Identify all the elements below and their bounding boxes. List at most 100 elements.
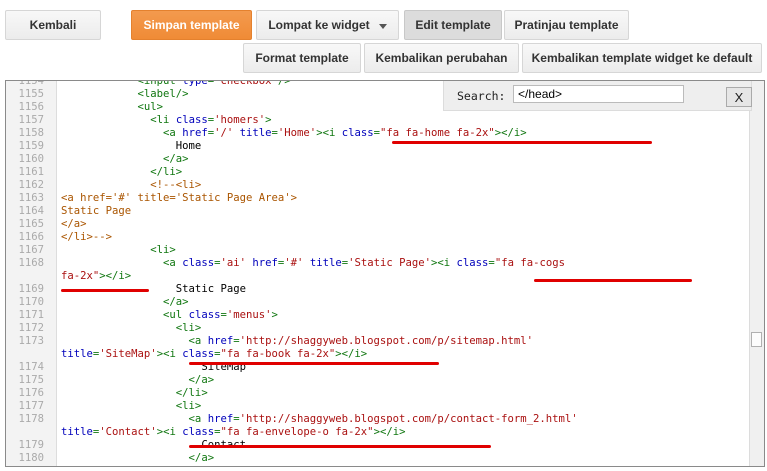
- code-token: </li>: [61, 387, 208, 399]
- code-token: <ul: [61, 309, 189, 321]
- code-text: <a href='#' title='Static Page Area'>: [56, 192, 746, 205]
- code-line: 1176 </li>: [6, 387, 746, 400]
- code-text: <ul class='menus'>: [56, 309, 746, 322]
- highlight-underline: [189, 445, 491, 448]
- reset-widget-templates-button[interactable]: Kembalikan template widget ke default: [522, 43, 762, 73]
- code-token: class: [182, 426, 215, 438]
- code-token: href: [252, 257, 278, 269]
- code-token: class: [456, 257, 489, 269]
- code-token: Static Page: [61, 205, 132, 217]
- jump-to-widget-dropdown[interactable]: Lompat ke widget: [256, 10, 399, 40]
- line-number: 1163: [18, 192, 44, 204]
- preview-template-button[interactable]: Pratinjau template: [504, 10, 629, 40]
- save-template-button[interactable]: Simpan template: [131, 10, 252, 40]
- edit-template-button[interactable]: Edit template: [404, 10, 502, 40]
- line-number: 1164: [18, 205, 44, 217]
- code-token: <li>: [61, 244, 176, 256]
- code-text: </li>-->: [56, 231, 746, 244]
- line-number: 1155: [18, 88, 44, 100]
- code-line: 1168 <a class='ai' href='#' title='Stati…: [6, 257, 746, 270]
- line-number: 1178: [18, 413, 44, 425]
- code-line: 1170 </a>: [6, 296, 746, 309]
- code-token: "fa fa-book fa-2x": [220, 348, 336, 360]
- code-token: ><i: [156, 426, 183, 438]
- code-token: href: [207, 335, 234, 347]
- back-button[interactable]: Kembali: [5, 10, 101, 40]
- code-area[interactable]: 1154 <input type='checkbox'/> 1155 <label…: [6, 80, 746, 465]
- code-token: ></i>: [335, 348, 368, 360]
- code-text: <a href='http://shaggyweb.blogspot.com/p…: [56, 413, 746, 426]
- code-token: ></i>: [373, 426, 406, 438]
- line-number: 1168: [18, 257, 44, 269]
- code-editor[interactable]: 1154 <input type='checkbox'/> 1155 <label…: [5, 80, 765, 467]
- code-line: 1180 </a>: [6, 452, 746, 465]
- line-number: 1159: [18, 140, 44, 152]
- vertical-scrollbar[interactable]: [749, 81, 764, 466]
- highlight-underline: [392, 141, 652, 144]
- code-token: title: [61, 348, 93, 360]
- code-text: </li>: [56, 166, 746, 179]
- code-token: <a: [61, 413, 208, 425]
- line-number: 1180: [18, 452, 44, 464]
- line-number: 1166: [18, 231, 44, 243]
- code-token: ></i>: [494, 127, 527, 139]
- code-token: >: [265, 114, 272, 126]
- line-number: 1156: [18, 101, 44, 113]
- line-number: 1179: [18, 439, 44, 451]
- code-token: <li: [61, 114, 176, 126]
- code-line: title='SiteMap'><i class="fa fa-book fa-…: [6, 348, 746, 361]
- highlight-underline: [534, 279, 692, 282]
- line-number: 1162: [18, 179, 44, 191]
- code-token: </li>-->: [61, 231, 113, 243]
- code-token: "fa fa-envelope-o fa-2x": [220, 426, 374, 438]
- code-token: <li>: [61, 322, 202, 334]
- code-token: <!--<li>: [61, 179, 202, 191]
- line-number: 1169: [18, 283, 44, 295]
- code-text: </a>: [56, 374, 746, 387]
- code-line: 1172 <li>: [6, 322, 746, 335]
- code-line: title='Contact'><i class="fa fa-envelope…: [6, 426, 746, 439]
- search-input[interactable]: [513, 85, 684, 103]
- code-token: </a>: [61, 218, 87, 230]
- format-template-button[interactable]: Format template: [243, 43, 361, 73]
- code-token: class: [182, 257, 215, 269]
- code-line: 1162 <!--<li>: [6, 179, 746, 192]
- line-number: [6, 348, 56, 361]
- highlight-underline: [189, 362, 439, 365]
- code-text: <li>: [56, 322, 746, 335]
- code-token: title: [61, 426, 93, 438]
- code-text: <a class='ai' href='#' title='Static Pag…: [56, 257, 746, 270]
- code-text: Static Page: [56, 205, 746, 218]
- search-panel: Search: X: [443, 81, 752, 111]
- close-search-button[interactable]: X: [726, 87, 752, 107]
- code-token: 'http://shaggyweb.blogspot.com/p/contact…: [239, 413, 578, 425]
- highlight-underline: [61, 289, 149, 292]
- scrollbar-thumb[interactable]: [751, 332, 762, 347]
- line-number: 1167: [18, 244, 44, 256]
- code-text: <li>: [56, 400, 746, 413]
- code-line: 1163 <a href='#' title='Static Page Area'…: [6, 192, 746, 205]
- code-text: <li>: [56, 244, 746, 257]
- line-number: 1174: [18, 361, 44, 373]
- revert-changes-button[interactable]: Kembalikan perubahan: [364, 43, 519, 73]
- code-token: </li>: [61, 166, 183, 178]
- code-text: </a>: [56, 296, 746, 309]
- code-line: 1173 <a href='http://shaggyweb.blogspot.…: [6, 335, 746, 348]
- code-line: 1171 <ul class='menus'>: [6, 309, 746, 322]
- code-token: type: [182, 80, 208, 87]
- code-line: 1160 </a>: [6, 153, 746, 166]
- line-number: 1171: [18, 309, 44, 321]
- code-text: <!--<li>: [56, 179, 746, 192]
- code-token: 'Static Page': [348, 257, 432, 269]
- code-line: 1164 Static Page: [6, 205, 746, 218]
- code-token: ><i: [316, 127, 342, 139]
- code-line: 1167 <li>: [6, 244, 746, 257]
- code-text: title='Contact'><i class="fa fa-envelope…: [56, 426, 746, 439]
- code-token: 'checkbox': [214, 80, 278, 87]
- code-token: title: [239, 127, 272, 139]
- code-token: class: [341, 127, 374, 139]
- code-line: 1157 <li class='homers'>: [6, 114, 746, 127]
- code-token: "fa fa-home fa-2x": [379, 127, 495, 139]
- code-text: title='SiteMap'><i class="fa fa-book fa-…: [56, 348, 746, 361]
- code-token: title: [309, 257, 342, 269]
